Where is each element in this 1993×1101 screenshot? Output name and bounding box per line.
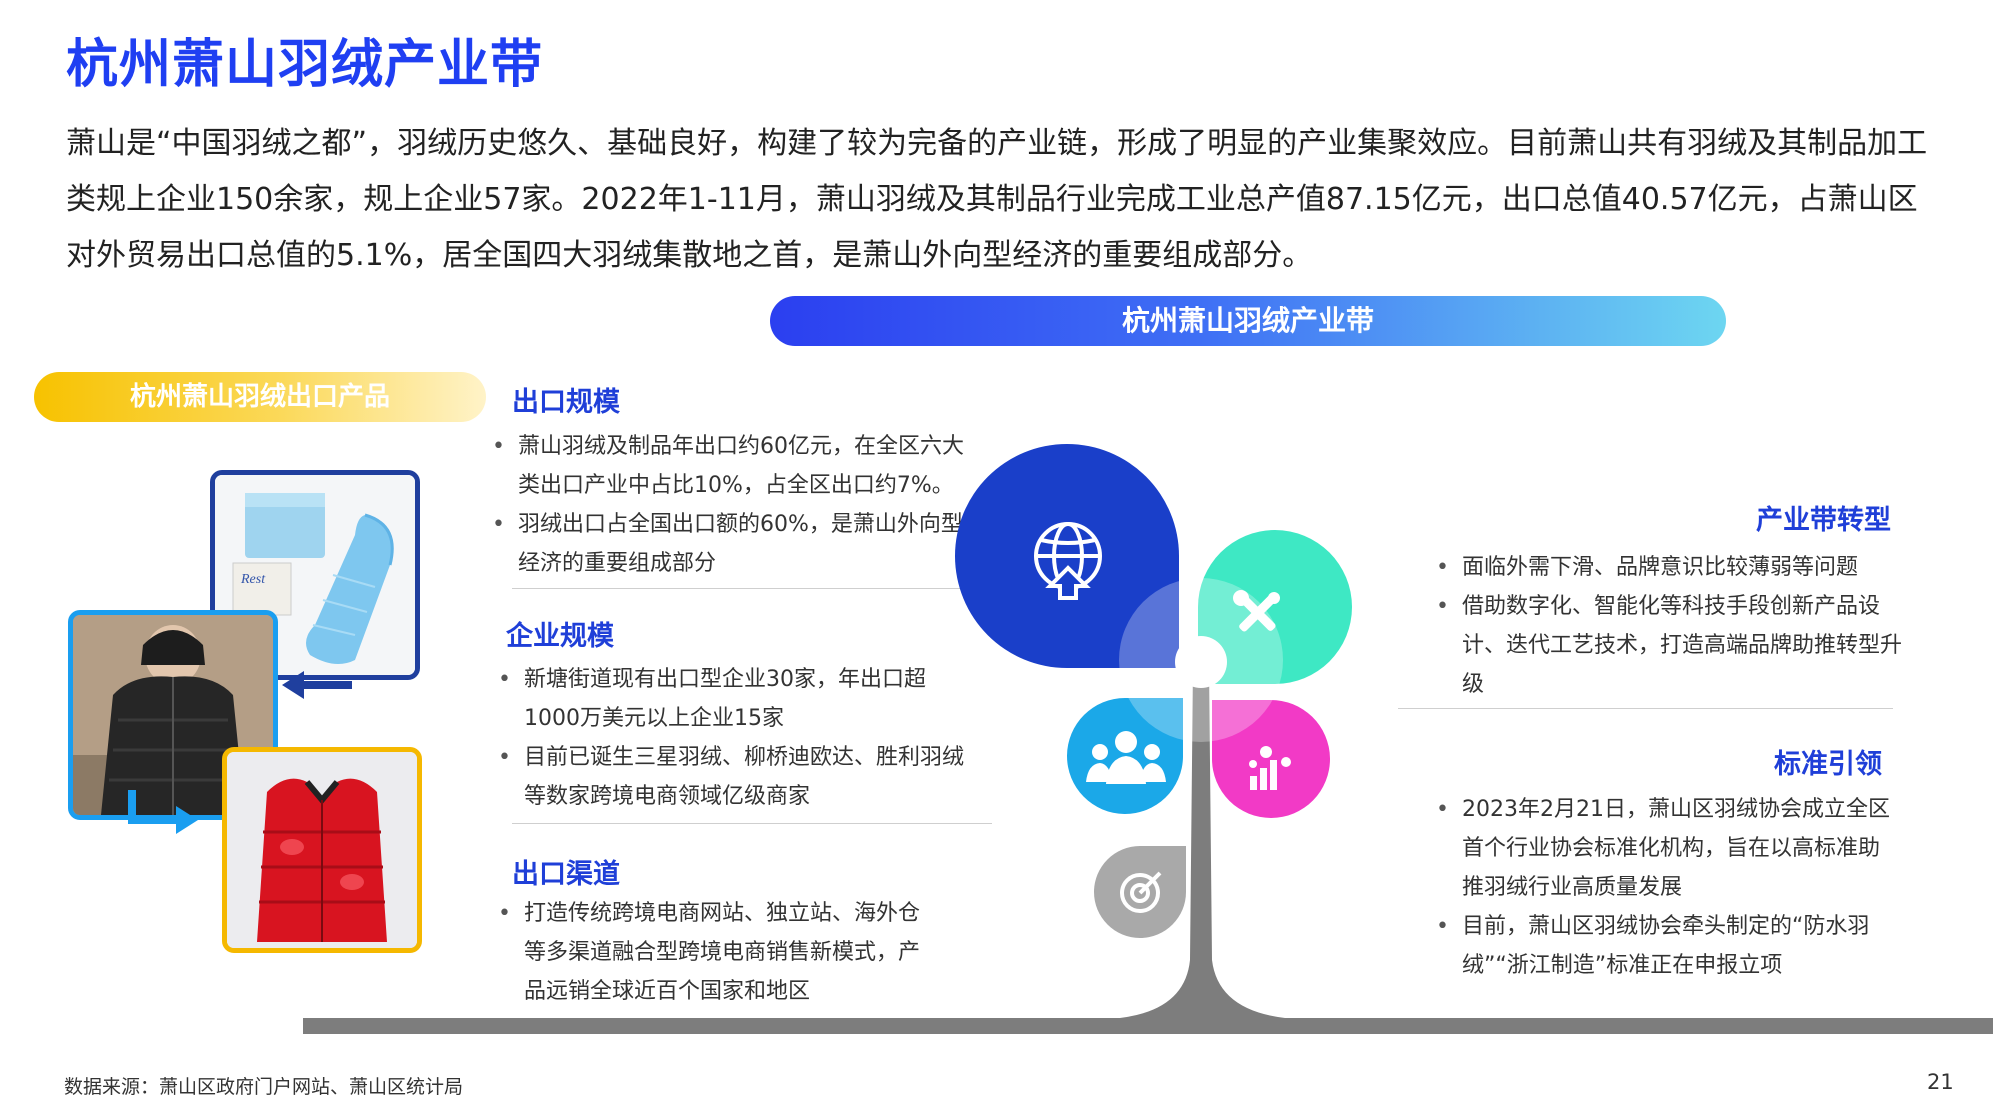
export-scale-heading: 出口规模 [512, 387, 620, 418]
page-number: 21 [1927, 1070, 1954, 1094]
export-products-pill: 杭州萧山羽绒出口产品 [34, 372, 486, 422]
industry-belt-banner: 杭州萧山羽绒产业带 [770, 296, 1726, 346]
intro-paragraph: 萧山是“中国羽绒之都”，羽绒历史悠久、基础良好，构建了较为完备的产业链，形成了明… [66, 126, 1928, 273]
data-source: 数据来源：萧山区政府门户网站、萧山区统计局 [64, 1076, 464, 1098]
industry-tree-graphic [303, 444, 1993, 1034]
page-title: 杭州萧山羽绒产业带 [66, 35, 544, 95]
collage-arrow-2 [128, 790, 198, 834]
brand-label: Rest [240, 572, 266, 587]
ground-line [303, 1018, 1993, 1034]
center-dot [1175, 636, 1227, 688]
